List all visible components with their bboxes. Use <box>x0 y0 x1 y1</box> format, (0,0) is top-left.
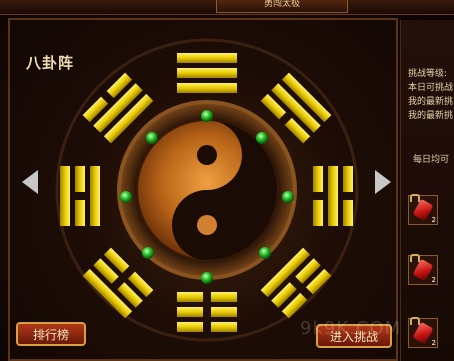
red-gem-icon <box>412 321 434 345</box>
daily-reward-label: 每日均可 <box>413 155 450 165</box>
red-gem-icon <box>412 198 434 222</box>
panel-title: 八卦阵 <box>26 54 75 72</box>
green-orb-icon <box>146 132 158 144</box>
red-gem-icon <box>412 258 434 282</box>
green-orb-icon <box>256 132 268 144</box>
rank-button[interactable]: 排行榜 <box>16 322 86 346</box>
game-window: 勇闯太极 八卦阵 排行榜 进入挑战 挑战等级: 本日可挑战 我的最新挑 我的最新… <box>0 0 454 361</box>
green-orb-icon <box>142 247 154 259</box>
lock-icon <box>410 317 420 325</box>
challenge-level-label: 挑战等级: <box>408 69 448 79</box>
trigram-bottom-left <box>82 247 154 319</box>
watermark: 9k9K.COM <box>300 318 402 339</box>
reward-slot[interactable]: 2 <box>408 317 438 348</box>
lock-icon <box>410 254 420 262</box>
green-orb-icon <box>201 272 213 284</box>
green-orb-icon <box>201 110 213 122</box>
arrow-right-icon[interactable] <box>375 170 391 194</box>
green-orb-icon <box>259 247 271 259</box>
arrow-left-icon[interactable] <box>22 170 38 194</box>
yin-yang-icon <box>136 119 278 261</box>
green-orb-icon <box>282 191 294 203</box>
reward-slot[interactable]: 2 <box>408 254 438 285</box>
trigram-left <box>60 166 100 226</box>
item-count: 2 <box>431 276 436 284</box>
trigram-bottom <box>177 292 237 332</box>
item-count: 2 <box>431 216 436 224</box>
trigram-right <box>313 166 353 226</box>
latest-challenge-label-2: 我的最新挑 <box>408 111 454 121</box>
item-count: 2 <box>431 339 436 347</box>
trigram-bottom-right <box>260 247 332 319</box>
latest-challenge-label: 我的最新挑 <box>408 97 454 107</box>
green-orb-icon <box>120 191 132 203</box>
trigram-top <box>177 53 237 93</box>
daily-challenge-label: 本日可挑战 <box>408 83 454 93</box>
reward-slot[interactable]: 2 <box>408 194 438 225</box>
lock-icon <box>410 194 420 202</box>
